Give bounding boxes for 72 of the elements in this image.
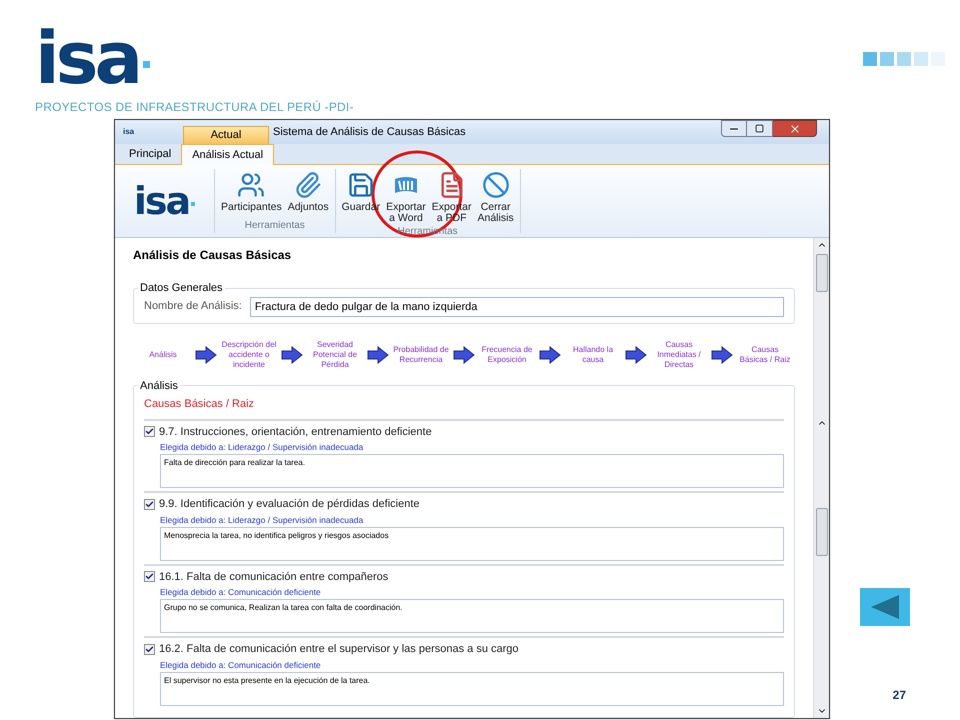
close-icon [788, 122, 800, 134]
maximize-button[interactable] [747, 120, 773, 137]
triangle-left-icon [870, 594, 900, 620]
decor-square [863, 52, 877, 66]
reason-text: Elegida debido a: Liderazgo / Supervisión inadecuada [160, 442, 364, 453]
arrow-right-icon [625, 346, 647, 364]
workflow-step-link[interactable]: Hallando la causa [565, 344, 621, 364]
comment-text-area[interactable]: El supervisor no esta presente en la ejecución de la tarea. [160, 672, 784, 706]
check-icon [145, 572, 154, 582]
arrow-right-icon [453, 346, 475, 364]
checkbox[interactable] [144, 426, 155, 438]
reason-text: Elegida debido a: Comunicación deficiente [160, 660, 322, 670]
scrollbar[interactable] [813, 238, 829, 718]
cancel-icon [482, 171, 510, 199]
scroll-thumb[interactable] [816, 254, 828, 292]
check-icon [145, 500, 154, 509]
checkbox[interactable] [144, 644, 155, 655]
ribbon-button[interactable]: Participantes [219, 169, 284, 218]
save-icon [346, 171, 375, 199]
users-icon [237, 171, 266, 199]
cause-title: 16.2. Falta de comunicación entre el supervisor y las personas a su cargo [159, 642, 519, 657]
reason-text: Elegida debido a: Comunicación deficiente [160, 587, 322, 598]
comment-text-area[interactable]: Falta de dirección para realizar la tarea. [160, 454, 784, 488]
maximize-icon [755, 124, 764, 133]
workflow-step-link[interactable]: Causas Inmediatas / Directas [651, 340, 707, 370]
comment-text-area[interactable]: Menosprecia la tarea, no identifica peligros y riesgos asociados [160, 526, 784, 560]
window-title: Sistema de Análisis de Causas Básicas [273, 124, 466, 140]
check-icon [145, 644, 154, 654]
tagline: PROYECTOS DE INFRAESTRUCTURA DEL PERÚ -PDI- [35, 99, 354, 116]
cause-title: 9.9. Identificación y evaluación de pérdidas deficiente [159, 497, 420, 512]
cause-title: 9.7. Instrucciones, orientación, entrenamiento deficiente [159, 424, 432, 440]
isa-logo: isa [35, 30, 140, 86]
name-input-field[interactable]: Fractura de dedo pulgar de la mano izquierda [250, 296, 784, 316]
reason-text: Elegida debido a: Liderazgo / Supervisión inadecuada [160, 514, 364, 526]
scroll-thumb[interactable] [816, 508, 828, 556]
close-button[interactable] [773, 120, 817, 137]
app-icon: isa [123, 126, 183, 138]
arrow-right-icon [281, 346, 303, 364]
cause-title: 16.1. Falta de comunicación entre compañeros [159, 570, 388, 584]
logo-square-icon [143, 61, 150, 68]
group-legend: Datos Generales [138, 280, 225, 296]
ribbon-button[interactable]: Cerrar Análisis [475, 169, 516, 224]
group-legend: Análisis [138, 378, 180, 394]
check-icon [145, 427, 154, 436]
page-number: 27 [892, 687, 906, 704]
decor-square [914, 52, 928, 66]
comment-text-area[interactable]: Grupo no se comunica, Realizan la tarea con falta de coordinación. [160, 599, 784, 633]
decor-square [897, 52, 911, 66]
arrow-right-icon [711, 346, 733, 364]
arrow-right-icon [539, 346, 561, 364]
workflow-step-link[interactable]: Frecuencia de Exposición [479, 344, 535, 364]
arrow-right-icon [195, 346, 217, 364]
isa-logo: isa [134, 186, 190, 216]
ribbon-tab[interactable]: Análisis Actual [181, 144, 274, 165]
ribbon-button[interactable]: Exportar a Word [384, 169, 428, 224]
workflow-step-link[interactable]: Análisis [135, 350, 191, 360]
group-label: Herramientas [244, 219, 305, 233]
ribbon-tab[interactable]: Principal [119, 144, 182, 164]
logo-square-icon [191, 202, 196, 206]
checkbox[interactable] [144, 498, 155, 510]
ribbon-button[interactable]: Adjuntos [286, 169, 331, 218]
arrow-right-icon [367, 346, 389, 364]
section-title: Causas Básicas / Raiz [144, 397, 256, 412]
workflow-step-link[interactable]: Descripción del accidente o incidente [221, 340, 277, 370]
workflow-step-link[interactable]: Probabilidad de Recurrencia [393, 344, 449, 364]
page-heading: Análisis de Causas Básicas [133, 247, 292, 264]
field-label: Nombre de Análisis: [144, 299, 242, 314]
workflow-step-link[interactable]: Causas Básicas / Raiz [737, 344, 793, 364]
workflow-step-link[interactable]: Severidad Potencial de Pérdida [307, 340, 363, 370]
checkbox[interactable] [144, 571, 155, 582]
decor-square [880, 52, 894, 66]
paperclip-icon [294, 171, 322, 199]
